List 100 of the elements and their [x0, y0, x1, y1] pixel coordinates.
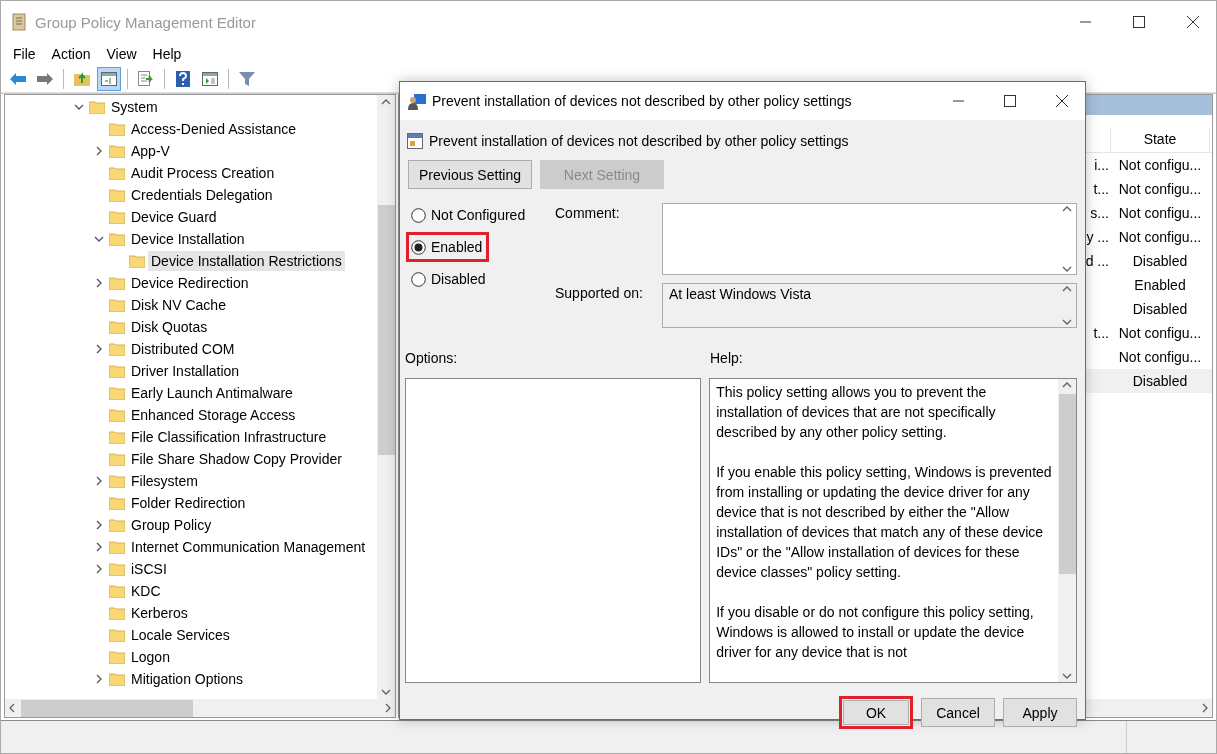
close-icon[interactable]: [1187, 16, 1199, 28]
table-cell-text: Disabled: [1131, 373, 1189, 389]
folder-icon: [109, 386, 125, 400]
menu-item[interactable]: Action: [43, 46, 99, 62]
collapse-icon[interactable]: [74, 102, 84, 112]
tree-item[interactable]: Early Launch Antimalware: [128, 383, 296, 403]
close-icon[interactable]: [1056, 95, 1068, 107]
expand-icon[interactable]: [94, 278, 104, 288]
tree-item[interactable]: Driver Installation: [128, 361, 243, 381]
scroll-right-icon[interactable]: [385, 703, 391, 713]
tree-item[interactable]: File Share Shadow Copy Provider: [128, 449, 345, 469]
scroll-down-icon[interactable]: [1062, 266, 1072, 272]
folder-icon: [109, 188, 125, 202]
scrollbar-thumb[interactable]: [377, 205, 395, 455]
tree-item[interactable]: iSCSI: [128, 559, 170, 579]
tree-item[interactable]: Device Redirection: [128, 273, 252, 293]
scroll-up-icon[interactable]: [1062, 286, 1072, 292]
scroll-left-icon[interactable]: [9, 703, 15, 713]
folder-icon: [109, 452, 125, 466]
scroll-up-icon[interactable]: [1062, 382, 1072, 388]
comment-field[interactable]: [662, 203, 1077, 275]
scroll-down-icon[interactable]: [381, 689, 391, 695]
dialog-button[interactable]: Apply: [1003, 698, 1077, 727]
folder-icon: [109, 496, 125, 510]
tree-item[interactable]: System: [108, 97, 161, 117]
pane-toggle-icon[interactable]: [101, 71, 117, 86]
table-cell-text: Not configu...: [1117, 229, 1203, 245]
maximize-icon[interactable]: [1133, 16, 1145, 28]
scrollbar-thumb[interactable]: [1058, 394, 1076, 574]
radio-label[interactable]: Enabled: [431, 239, 483, 255]
tree-item[interactable]: File Classification Infrastructure: [128, 427, 330, 447]
tree-item[interactable]: Filesystem: [128, 471, 201, 491]
folder-icon: [109, 672, 125, 686]
table-cell: d ...: [1085, 253, 1109, 269]
properties-icon[interactable]: [202, 71, 218, 86]
minimize-icon[interactable]: [952, 100, 964, 102]
radio-label[interactable]: Disabled: [431, 271, 486, 287]
filter-icon[interactable]: [239, 70, 255, 87]
scroll-down-icon[interactable]: [1062, 673, 1072, 679]
tree-item[interactable]: Audit Process Creation: [128, 163, 278, 183]
tree-item[interactable]: Device Installation Restrictions: [148, 251, 345, 271]
forward-arrow-icon[interactable]: [37, 72, 53, 85]
radio-label[interactable]: Not Configured: [431, 207, 526, 223]
folder-icon: [109, 584, 125, 598]
help-text: If you enable this policy setting, Windows is prevented from installing or updating the device driver for any device that is not described by either the "Allow installation of devices that match any of these device IDs" or the "Allow installation of devices for these device classes" policy setting.: [716, 463, 1053, 582]
tree-item[interactable]: Mitigation Options: [128, 669, 247, 689]
maximize-icon[interactable]: [1004, 95, 1016, 107]
radio-button[interactable]: [411, 239, 426, 255]
minimize-icon[interactable]: [1079, 21, 1091, 23]
collapse-icon[interactable]: [94, 234, 104, 244]
expand-icon[interactable]: [94, 146, 104, 156]
tree-item[interactable]: KDC: [128, 581, 164, 601]
menu-item[interactable]: View: [98, 46, 145, 62]
back-arrow-icon[interactable]: [10, 72, 26, 85]
setting-heading: Prevent installation of devices not described by other policy settings: [429, 133, 849, 149]
radio-button[interactable]: [411, 207, 426, 223]
expand-icon[interactable]: [94, 674, 104, 684]
folder-icon: [109, 562, 125, 576]
expand-icon[interactable]: [94, 564, 104, 574]
nav-button[interactable]: Previous Setting: [408, 160, 532, 189]
expand-icon[interactable]: [94, 344, 104, 354]
dialog-button[interactable]: Cancel: [921, 698, 995, 727]
tree-item[interactable]: Kerberos: [128, 603, 191, 623]
tree-item[interactable]: Folder Redirection: [128, 493, 249, 513]
scroll-up-icon[interactable]: [1062, 206, 1072, 212]
folder-icon: [109, 606, 125, 620]
expand-icon[interactable]: [94, 520, 104, 530]
scrollbar-thumb[interactable]: [21, 699, 193, 717]
help-icon[interactable]: [176, 70, 190, 87]
table-cell: t...: [1093, 181, 1109, 197]
computer-user-icon: [408, 92, 426, 110]
tree-item[interactable]: Device Guard: [128, 207, 220, 227]
tree-item[interactable]: Logon: [128, 647, 173, 667]
menu-item[interactable]: Help: [144, 46, 190, 62]
radio-button[interactable]: [411, 271, 426, 287]
dialog-button[interactable]: OK: [839, 696, 913, 729]
scroll-right-icon[interactable]: [1202, 703, 1208, 713]
tree-item[interactable]: Enhanced Storage Access: [128, 405, 299, 425]
tree-item[interactable]: Locale Services: [128, 625, 233, 645]
tree-item[interactable]: Device Installation: [128, 229, 248, 249]
scroll-down-icon[interactable]: [1062, 319, 1072, 325]
expand-icon[interactable]: [94, 476, 104, 486]
folder-icon: [109, 540, 125, 554]
folder-up-icon[interactable]: [74, 71, 90, 86]
tree-item[interactable]: Distributed COM: [128, 339, 238, 359]
column-header[interactable]: State: [1110, 127, 1210, 152]
tree-item[interactable]: Disk Quotas: [128, 317, 211, 337]
scroll-document-icon: [11, 13, 27, 31]
tree-item[interactable]: Access-Denied Assistance: [128, 119, 299, 139]
tree-item[interactable]: Disk NV Cache: [128, 295, 229, 315]
tree-item[interactable]: Internet Communication Management: [128, 537, 369, 557]
scroll-up-icon[interactable]: [381, 99, 391, 105]
menu-item[interactable]: File: [5, 46, 44, 62]
tree-item[interactable]: Credentials Delegation: [128, 185, 276, 205]
tree-item[interactable]: App-V: [128, 141, 173, 161]
expand-icon[interactable]: [94, 542, 104, 552]
folder-icon: [109, 122, 125, 136]
tree-item[interactable]: Group Policy: [128, 515, 215, 535]
table-cell: t...: [1093, 325, 1109, 341]
export-list-icon[interactable]: [138, 71, 154, 86]
